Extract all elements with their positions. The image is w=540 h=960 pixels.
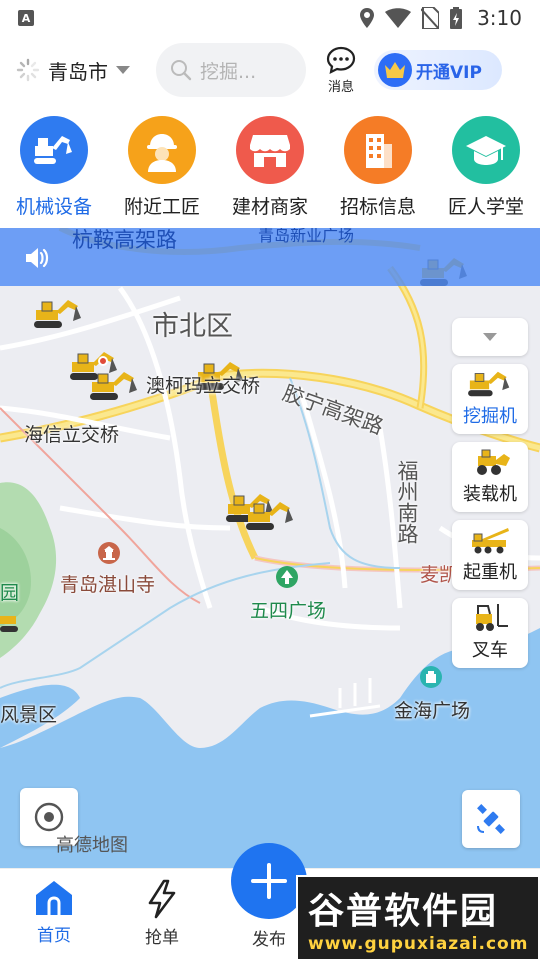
map-provider-logo: 高德地图 — [56, 835, 128, 856]
map-label-expressway: 杭鞍高架路 — [72, 228, 177, 252]
graduation-cap-icon — [452, 116, 520, 184]
category-label: 建材商家 — [231, 196, 308, 218]
crown-icon — [378, 53, 412, 87]
excavator-marker[interactable] — [246, 500, 296, 532]
map-label-interchange: 澳柯玛立交桥 — [146, 375, 261, 397]
category-label: 匠人学堂 — [447, 196, 524, 218]
lightning-icon — [148, 879, 176, 919]
plaza-icon — [420, 666, 442, 688]
tab-home[interactable]: 首页 — [14, 879, 94, 946]
collapse-filter-button[interactable] — [452, 318, 528, 356]
park-icon — [276, 566, 298, 588]
tab-label: 首页 — [37, 926, 71, 946]
vip-label: 开通VIP — [416, 62, 482, 83]
map-label-road: 福州南路 — [395, 460, 419, 544]
plus-icon — [251, 863, 287, 899]
satellite-icon — [477, 804, 505, 834]
clock: 3:10 — [477, 6, 522, 30]
worker-icon — [128, 116, 196, 184]
loading-spinner-icon — [16, 58, 40, 82]
notice-bar[interactable]: 杭鞍高架路 青岛新业广场 — [0, 228, 540, 286]
watermark-url: www.gupuxiazai.com — [308, 934, 529, 954]
bottom-tab-bar: 首页 抢单 发布 谷普软件园 www.gupuxiazai.com — [0, 843, 540, 960]
loader-icon — [477, 449, 510, 475]
location-pin — [98, 356, 108, 366]
top-header: 青岛市 挖掘... 消息 开通VIP — [0, 40, 540, 100]
excavator-icon — [468, 371, 510, 397]
map-label-plaza: 金海广场 — [394, 700, 471, 722]
filter-forklift[interactable]: 叉车 — [452, 598, 528, 668]
home-icon — [36, 881, 72, 915]
watermark-title: 谷普软件园 — [308, 891, 499, 932]
map-label-district: 市北区 — [152, 311, 233, 342]
excavator-marker[interactable] — [0, 608, 20, 634]
city-name: 青岛市 — [48, 59, 108, 84]
store-icon — [236, 116, 304, 184]
excavator-icon — [20, 116, 88, 184]
category-label: 附近工匠 — [123, 196, 200, 218]
filter-excavator[interactable]: 挖掘机 — [452, 364, 528, 434]
category-academy[interactable]: 匠人学堂 — [432, 116, 540, 226]
message-button[interactable]: 消息 — [326, 46, 356, 95]
speaker-icon — [26, 248, 49, 268]
publish-label: 发布 — [252, 930, 286, 950]
building-icon — [344, 116, 412, 184]
map-label-road: 青岛新业广场 — [258, 228, 355, 245]
forklift-icon — [476, 604, 508, 631]
status-bar: A 3:10 — [0, 0, 540, 36]
temple-icon — [98, 542, 120, 564]
crane-icon — [472, 528, 509, 554]
notification-badge: A — [18, 10, 34, 26]
tab-grab-order[interactable]: 抢单 — [122, 879, 202, 948]
map-label-square: 五四广场 — [250, 600, 327, 622]
filter-loader[interactable]: 装载机 — [452, 442, 528, 512]
city-selector[interactable]: 青岛市 — [16, 56, 130, 85]
filter-crane[interactable]: 起重机 — [452, 520, 528, 590]
watermark-logo: 谷普软件园 www.gupuxiazai.com — [296, 875, 540, 960]
satellite-button[interactable] — [462, 790, 520, 848]
battery-icon — [450, 7, 463, 29]
search-placeholder: 挖掘... — [200, 60, 257, 83]
category-machinery[interactable]: 机械设备 — [0, 116, 108, 226]
map-label-scenic: 风景区 — [0, 704, 58, 726]
filter-label: 叉车 — [472, 640, 508, 661]
category-craftsmen[interactable]: 附近工匠 — [108, 116, 216, 226]
category-label: 招标信息 — [339, 196, 416, 218]
map-label-park: 园 — [0, 582, 20, 604]
chevron-down-icon — [116, 66, 130, 74]
chevron-down-icon — [483, 333, 497, 341]
category-label: 机械设备 — [15, 196, 92, 218]
tab-label: 抢单 — [145, 928, 179, 948]
category-tenders[interactable]: 招标信息 — [324, 116, 432, 226]
excavator-marker[interactable] — [90, 370, 140, 402]
equipment-filter: 挖掘机 装载机 起重机 叉车 — [452, 318, 528, 676]
map-view[interactable]: 市北区 澳柯玛立交桥 海信立交桥 胶宁高架路 福州南路 青岛湛山寺 五四广场 金… — [0, 228, 540, 868]
no-sim-icon — [421, 7, 440, 29]
chat-bubble-icon — [326, 46, 356, 74]
location-icon — [360, 8, 375, 28]
vip-button[interactable]: 开通VIP — [374, 50, 502, 90]
map-label-interchange: 海信立交桥 — [24, 424, 120, 446]
filter-label: 挖掘机 — [463, 406, 517, 427]
wifi-icon — [385, 8, 412, 28]
locate-icon — [34, 802, 64, 832]
message-label: 消息 — [327, 79, 354, 95]
map-label-temple: 青岛湛山寺 — [60, 574, 156, 596]
filter-label: 起重机 — [463, 562, 517, 583]
category-merchants[interactable]: 建材商家 — [216, 116, 324, 226]
excavator-marker[interactable] — [34, 298, 84, 330]
search-input[interactable]: 挖掘... — [156, 43, 306, 97]
search-icon — [171, 60, 192, 81]
category-row: 机械设备 附近工匠 建材商家 招标信息 匠人学堂 — [0, 116, 540, 226]
filter-label: 装载机 — [463, 484, 517, 505]
